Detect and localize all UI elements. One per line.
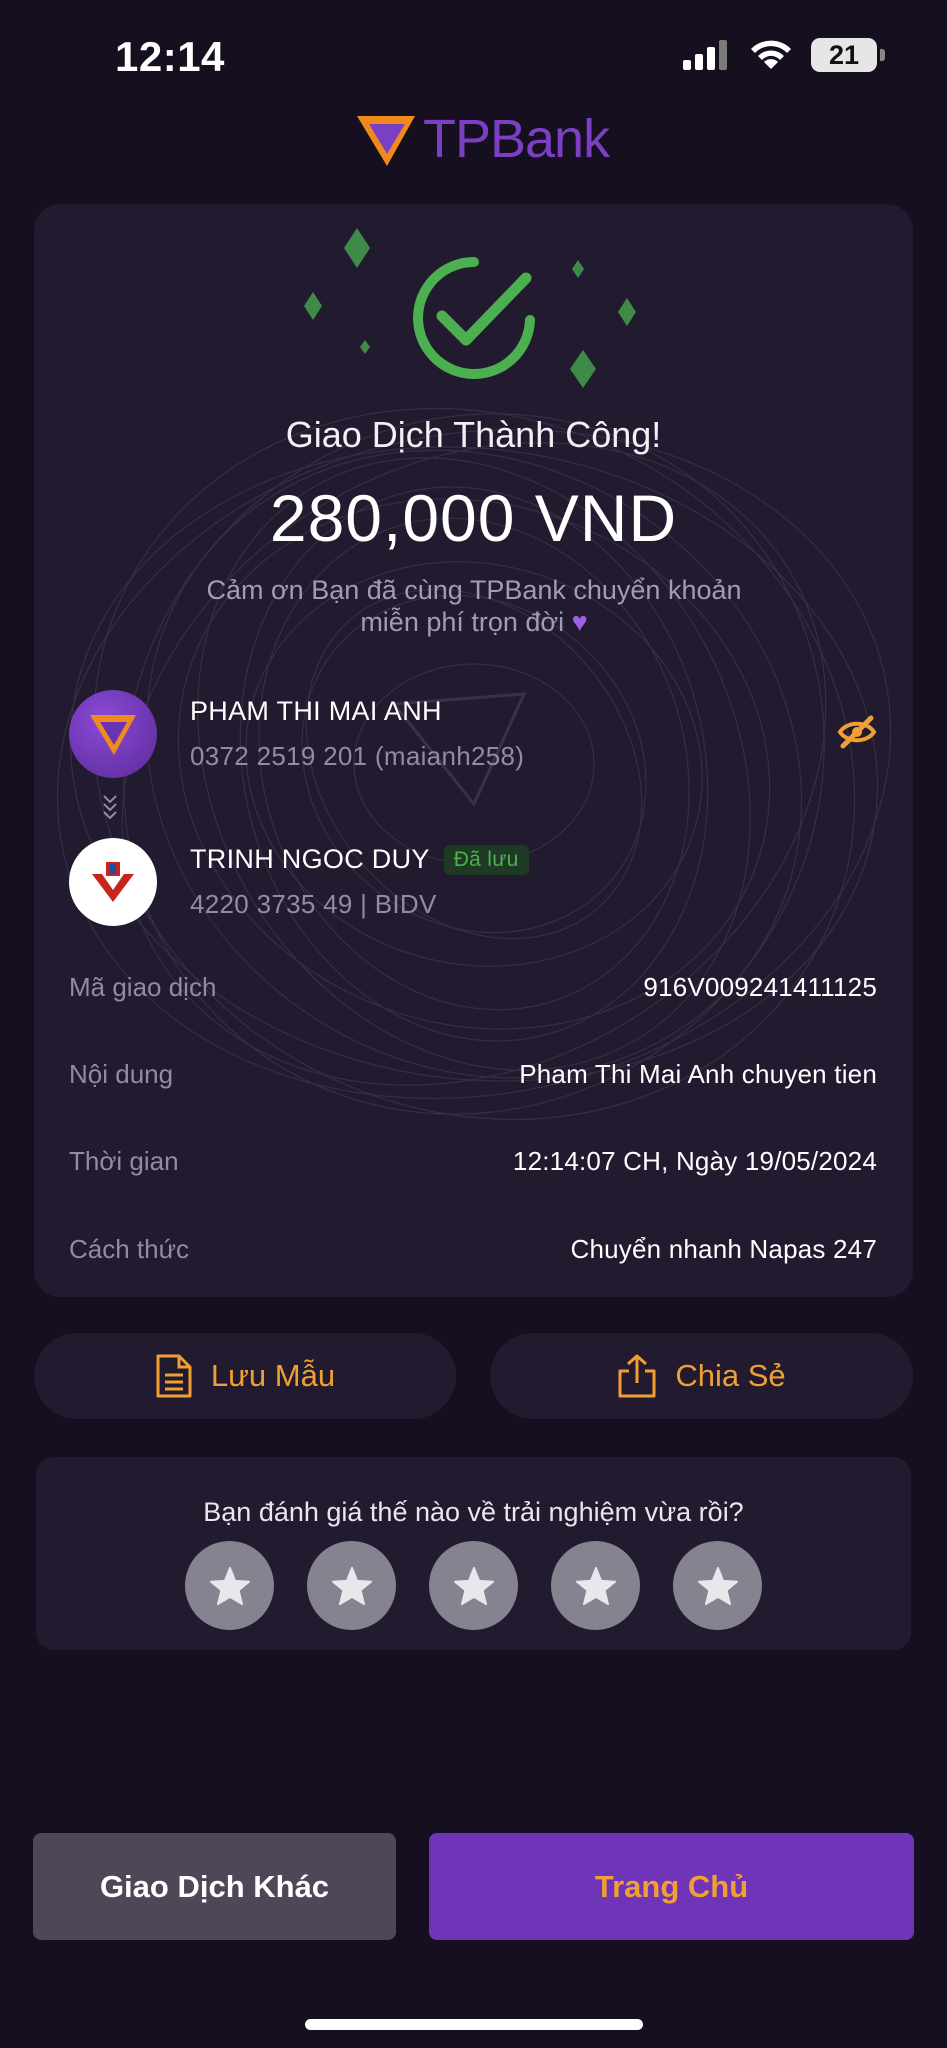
- star-1-button[interactable]: [185, 1541, 274, 1630]
- thanks-line-2: miễn phí trọn đời: [360, 607, 565, 637]
- share-button[interactable]: Chia Sẻ: [490, 1333, 913, 1419]
- tpbank-avatar-icon: [90, 715, 136, 755]
- battery-icon: 21: [811, 38, 885, 72]
- detail-row-method: Cách thức Chuyển nhanh Napas 247: [69, 1234, 877, 1265]
- sparkle-icon: [304, 292, 322, 320]
- detail-row-transaction-id: Mã giao dịch 916V009241411125: [69, 972, 877, 1003]
- purple-heart-icon: ♥: [571, 607, 588, 637]
- share-icon: [618, 1354, 656, 1398]
- transfer-amount: 280,000 VND: [269, 481, 678, 555]
- detail-label: Thời gian: [69, 1146, 179, 1176]
- save-template-label: Lưu Mẫu: [210, 1358, 336, 1393]
- saved-badge: Đã lưu: [443, 844, 529, 875]
- star-icon: [575, 1566, 616, 1605]
- star-icon: [209, 1566, 250, 1605]
- sparkle-icon: [360, 340, 370, 354]
- receiver-name: TRINH NGOC DUY: [190, 844, 430, 874]
- sender-account: 0372 2519 201 (maianh258): [190, 741, 525, 771]
- share-label: Chia Sẻ: [675, 1358, 786, 1393]
- star-3-button[interactable]: [429, 1541, 518, 1630]
- battery-level: 21: [828, 39, 860, 70]
- sender-info: PHAM THI MAI ANH 0372 2519 201 (maianh25…: [69, 690, 524, 778]
- detail-label: Nội dung: [69, 1059, 174, 1089]
- eye-off-icon[interactable]: [837, 712, 877, 752]
- sparkle-icon: [570, 350, 596, 388]
- rating-card: Bạn đánh giá thế nào về trải nghiệm vừa …: [36, 1457, 911, 1650]
- star-icon: [331, 1566, 372, 1605]
- star-icon: [697, 1566, 738, 1605]
- star-icon: [453, 1566, 494, 1605]
- sparkle-icon: [344, 228, 370, 268]
- receipt-card: Giao Dịch Thành Công! 280,000 VND Cảm ơn…: [34, 204, 913, 1297]
- receiver-info: TRINH NGOC DUY Đã lưu 4220 3735 49 | BID…: [69, 838, 529, 926]
- star-2-button[interactable]: [307, 1541, 396, 1630]
- status-icons: 21: [683, 38, 885, 72]
- star-5-button[interactable]: [673, 1541, 762, 1630]
- cellular-signal-icon: [683, 40, 727, 70]
- save-template-button[interactable]: Lưu Mẫu: [34, 1333, 456, 1419]
- sparkle-icon: [572, 260, 584, 278]
- receiver-bank-avatar: [69, 838, 157, 926]
- thanks-line-1: Cảm ơn Bạn đã cùng TPBank chuyển khoản: [206, 575, 742, 605]
- receiver-account: 4220 3735 49 | BIDV: [190, 889, 437, 919]
- sender-name: PHAM THI MAI ANH: [190, 696, 442, 726]
- star-4-button[interactable]: [551, 1541, 640, 1630]
- success-title: Giao Dịch Thành Công!: [285, 414, 662, 455]
- detail-label: Mã giao dịch: [69, 972, 217, 1002]
- detail-label: Cách thức: [69, 1234, 190, 1264]
- tpbank-logo-icon: [357, 116, 415, 166]
- star-rating: [185, 1541, 762, 1630]
- detail-value: 916V009241411125: [643, 972, 877, 1002]
- detail-row-content: Nội dung Pham Thi Mai Anh chuyen tien: [69, 1059, 877, 1090]
- sparkle-icon: [618, 298, 636, 326]
- status-bar: 12:14 21: [0, 0, 947, 110]
- document-icon: [156, 1354, 192, 1398]
- detail-value: Pham Thi Mai Anh chuyen tien: [519, 1059, 877, 1089]
- home-indicator[interactable]: [305, 2019, 643, 2030]
- detail-value: 12:14:07 CH, Ngày 19/05/2024: [512, 1146, 877, 1176]
- wifi-icon: [751, 40, 791, 69]
- sender-avatar: [69, 690, 157, 778]
- thanks-message: Cảm ơn Bạn đã cùng TPBank chuyển khoản m…: [174, 574, 774, 638]
- rating-question: Bạn đánh giá thế nào về trải nghiệm vừa …: [203, 1497, 744, 1527]
- detail-row-time: Thời gian 12:14:07 CH, Ngày 19/05/2024: [69, 1146, 877, 1177]
- transfer-success-screen: 12:14 21 TPBank Giao Dịch Thành Công! 28…: [0, 0, 947, 2048]
- double-chevron-down-icon: [103, 795, 117, 820]
- status-time: 12:14: [115, 33, 225, 80]
- home-button[interactable]: Trang Chủ: [429, 1833, 914, 1940]
- other-transaction-button[interactable]: Giao Dịch Khác: [33, 1833, 396, 1940]
- tpbank-logo: TPBank: [355, 108, 610, 170]
- tpbank-logo-text: TPBank: [423, 109, 610, 169]
- bidv-logo-icon: [92, 862, 134, 902]
- success-check-icon: [413, 257, 535, 379]
- detail-value: Chuyển nhanh Napas 247: [570, 1234, 877, 1264]
